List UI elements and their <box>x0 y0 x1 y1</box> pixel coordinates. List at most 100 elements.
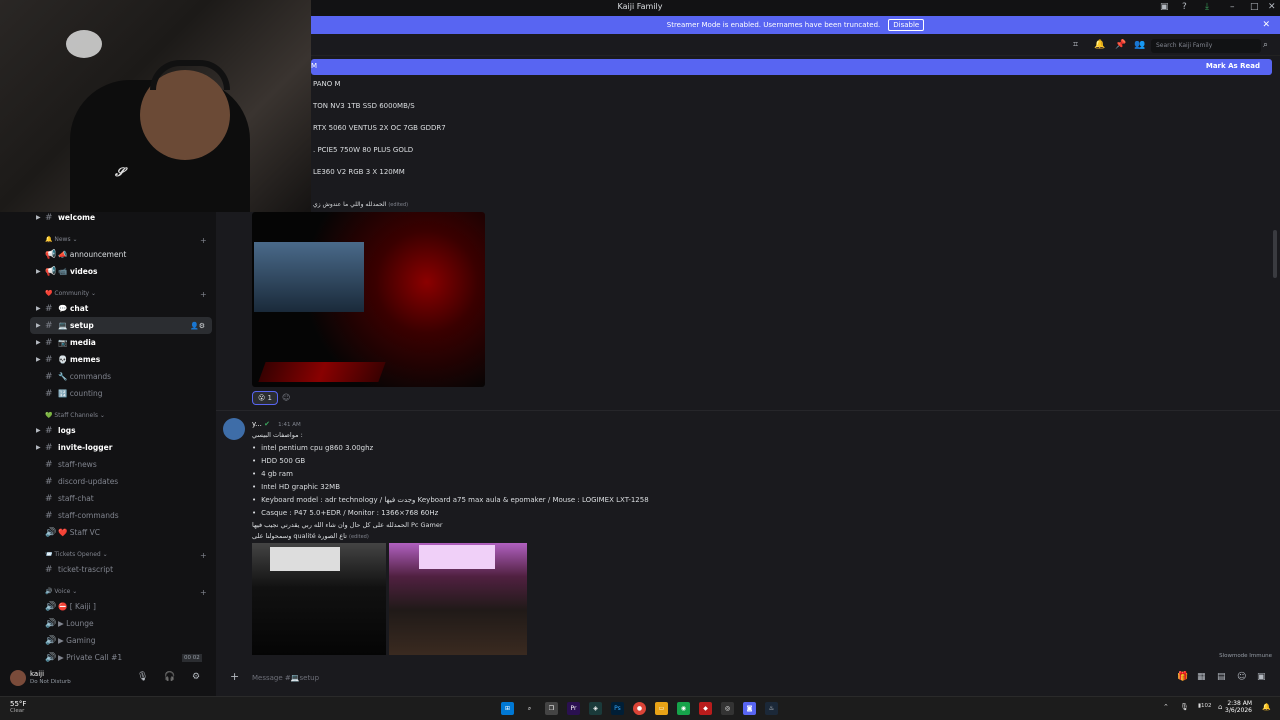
channel-staff-chat[interactable]: # staff-chat <box>0 490 216 507</box>
pin-icon[interactable]: 📌 <box>1115 40 1126 50</box>
threads-icon[interactable]: ⌗ <box>1073 40 1078 50</box>
channel-memes[interactable]: ▶ # 💀 memes <box>0 351 216 368</box>
inbox-icon[interactable]: ▣ <box>1160 2 1169 12</box>
message-line: الحمدلله على كل حال وان شاء الله ربي يقد… <box>252 521 443 529</box>
steam-icon[interactable]: ♨ <box>765 702 778 715</box>
task-view-icon[interactable]: ❐ <box>545 702 558 715</box>
voice-channel-lounge[interactable]: 🔊 ▶ Lounge <box>0 615 216 632</box>
channel-discord-updates[interactable]: # discord-updates <box>0 473 216 490</box>
tray-chevron-icon[interactable]: ⌃ <box>1163 703 1169 711</box>
app-green-icon[interactable]: ◉ <box>677 702 690 715</box>
category-news[interactable]: 🔔 News ⌄ + <box>45 236 207 245</box>
category-tickets[interactable]: 📨 Tickets Opened ⌄ + <box>45 551 207 560</box>
message-intro: مواصفات البيسي : <box>252 431 303 439</box>
lamp-shape <box>66 30 102 58</box>
weather-widget[interactable]: 55°F Clear <box>10 700 26 714</box>
list-item: 4 gb ram <box>252 470 293 478</box>
explorer-icon[interactable]: ▭ <box>655 702 668 715</box>
user-status: Do Not Disturb <box>30 679 71 685</box>
app-icon[interactable]: ◈ <box>589 702 602 715</box>
app-icon-2[interactable]: ◎ <box>721 702 734 715</box>
mark-as-read-button[interactable]: Mark As Read <box>1206 62 1260 70</box>
emoji-icon[interactable]: ☺ <box>1237 672 1246 682</box>
voice-user-badge: 00 02 <box>182 653 202 662</box>
message-divider <box>216 410 1280 411</box>
channel-logs[interactable]: ▶ # logs <box>0 422 216 439</box>
chrome-icon[interactable]: ● <box>633 702 646 715</box>
close-banner-icon[interactable]: ✕ <box>1262 20 1270 30</box>
category-community[interactable]: ❤️ Community ⌄ + <box>45 290 207 299</box>
gift-icon[interactable]: 🎁 <box>1177 672 1188 682</box>
notifications-icon[interactable]: 🔔 <box>1262 703 1271 711</box>
channel-invite-logger[interactable]: ▶ # invite-logger <box>0 439 216 456</box>
start-icon[interactable]: ⊞ <box>501 702 514 715</box>
add-reaction-icon[interactable]: ☺ <box>282 393 290 402</box>
headphones-icon[interactable]: 🎧 <box>164 672 175 682</box>
channel-staff-news[interactable]: # staff-news <box>0 456 216 473</box>
category-voice[interactable]: 🔊 Voice ⌄ + <box>45 588 207 597</box>
username[interactable]: kaiji <box>30 670 44 678</box>
apps-icon[interactable]: ▣ <box>1257 672 1266 682</box>
edited-label: (edited) <box>349 534 369 540</box>
minimize-icon[interactable]: – <box>1230 2 1235 12</box>
discord-icon[interactable]: ◙ <box>743 702 756 715</box>
gif-icon[interactable]: ▦ <box>1197 672 1206 682</box>
help-icon[interactable]: ? <box>1182 2 1187 12</box>
download-icon[interactable]: ⤓ <box>1205 2 1209 12</box>
image-attachment[interactable] <box>252 543 386 655</box>
clock[interactable]: 2:38 AM 3/6/2026 <box>1225 700 1252 714</box>
maximize-icon[interactable]: □ <box>1250 2 1259 12</box>
invite-icon[interactable]: 👤⚙ <box>190 322 205 330</box>
author-name[interactable]: y... <box>252 420 262 428</box>
channel-videos[interactable]: ▶ 📢 📹 videos <box>0 263 216 280</box>
os-taskbar: 55°F Clear ⊞ ⌕ ❐ Pr ◈ Ps ● ▭ ◉ ◆ ◎ ◙ ♨ ⌃ … <box>0 696 1280 720</box>
message-text: وسمحولنا على qualité تاع الصورة <box>252 532 347 540</box>
headphones-shape <box>150 60 230 90</box>
image-attachment[interactable] <box>389 543 527 655</box>
gear-icon[interactable]: ⚙ <box>192 672 200 682</box>
microphone-icon[interactable]: 🎙 <box>137 672 148 682</box>
brave-icon[interactable]: ◆ <box>699 702 712 715</box>
avatar[interactable] <box>10 670 26 686</box>
channel-commands[interactable]: # 🔧 commands <box>0 368 216 385</box>
premiere-icon[interactable]: Pr <box>567 702 580 715</box>
channel-media[interactable]: ▶ # 📷 media <box>0 334 216 351</box>
webcam-overlay: 𝓢 <box>0 0 311 212</box>
search-icon[interactable]: ⌕ <box>1263 40 1268 50</box>
close-icon[interactable]: ✕ <box>1268 2 1276 12</box>
channel-staff-vc[interactable]: 🔊 ❤️ Staff VC <box>0 524 216 541</box>
add-attachment-icon[interactable]: + <box>230 670 239 683</box>
message-input[interactable]: Message #💻setup <box>252 674 319 682</box>
list-item: intel pentium cpu g860 3.00ghz <box>252 444 373 452</box>
channel-staff-commands[interactable]: # staff-commands <box>0 507 216 524</box>
scrollbar[interactable] <box>1273 230 1277 278</box>
spec-line: LE360 V2 RGB 3 X 120MM <box>313 168 405 176</box>
channel-announcement[interactable]: 📢 📣 announcement <box>0 246 216 263</box>
search-input[interactable]: Search Kaiji Family <box>1151 39 1261 53</box>
network-icon[interactable]: ⌂ <box>1218 703 1222 711</box>
reaction-emoji[interactable]: 😮 1 <box>252 391 278 405</box>
list-item: Casque : P47 5.0+EDR / Monitor : 1366×76… <box>252 509 438 517</box>
sticker-icon[interactable]: ▤ <box>1217 672 1226 682</box>
search-icon[interactable]: ⌕ <box>523 702 536 715</box>
new-messages-bar[interactable]: M Mark As Read <box>311 59 1272 75</box>
voice-channel-kaiji[interactable]: 🔊 ⛔ [ Kaiji ] <box>0 598 216 615</box>
channel-welcome[interactable]: ▶ # welcome <box>0 209 216 226</box>
avatar[interactable] <box>223 418 245 440</box>
channel-setup[interactable]: ▶ # 💻 setup 👤⚙ <box>30 317 212 334</box>
list-item: Keyboard model : adr technology / وجدت ف… <box>252 496 649 504</box>
members-icon[interactable]: 👥 <box>1134 40 1145 50</box>
mic-tray-icon[interactable]: 🎙 <box>1180 703 1189 711</box>
disable-button[interactable]: Disable <box>888 19 925 31</box>
channel-counting[interactable]: # 🔢 counting <box>0 385 216 402</box>
channel-sidebar: ▶ # welcome 🔔 News ⌄ + 📢 📣 announcement ▶ 📢 📹 … <box>0 209 216 663</box>
channel-ticket-trascript[interactable]: # ticket-trascript <box>0 561 216 578</box>
battery-icon[interactable]: ▮102 <box>1198 703 1212 709</box>
voice-channel-gaming[interactable]: 🔊 ▶ Gaming <box>0 632 216 649</box>
channel-chat[interactable]: ▶ # 💬 chat <box>0 300 216 317</box>
bell-icon[interactable]: 🔔 <box>1094 40 1105 50</box>
setup-image-attachment[interactable] <box>252 212 485 387</box>
slowmode-label: Slowmode Immune <box>1219 653 1272 659</box>
category-staff[interactable]: 💚 Staff Channels ⌄ <box>45 412 105 419</box>
photoshop-icon[interactable]: Ps <box>611 702 624 715</box>
